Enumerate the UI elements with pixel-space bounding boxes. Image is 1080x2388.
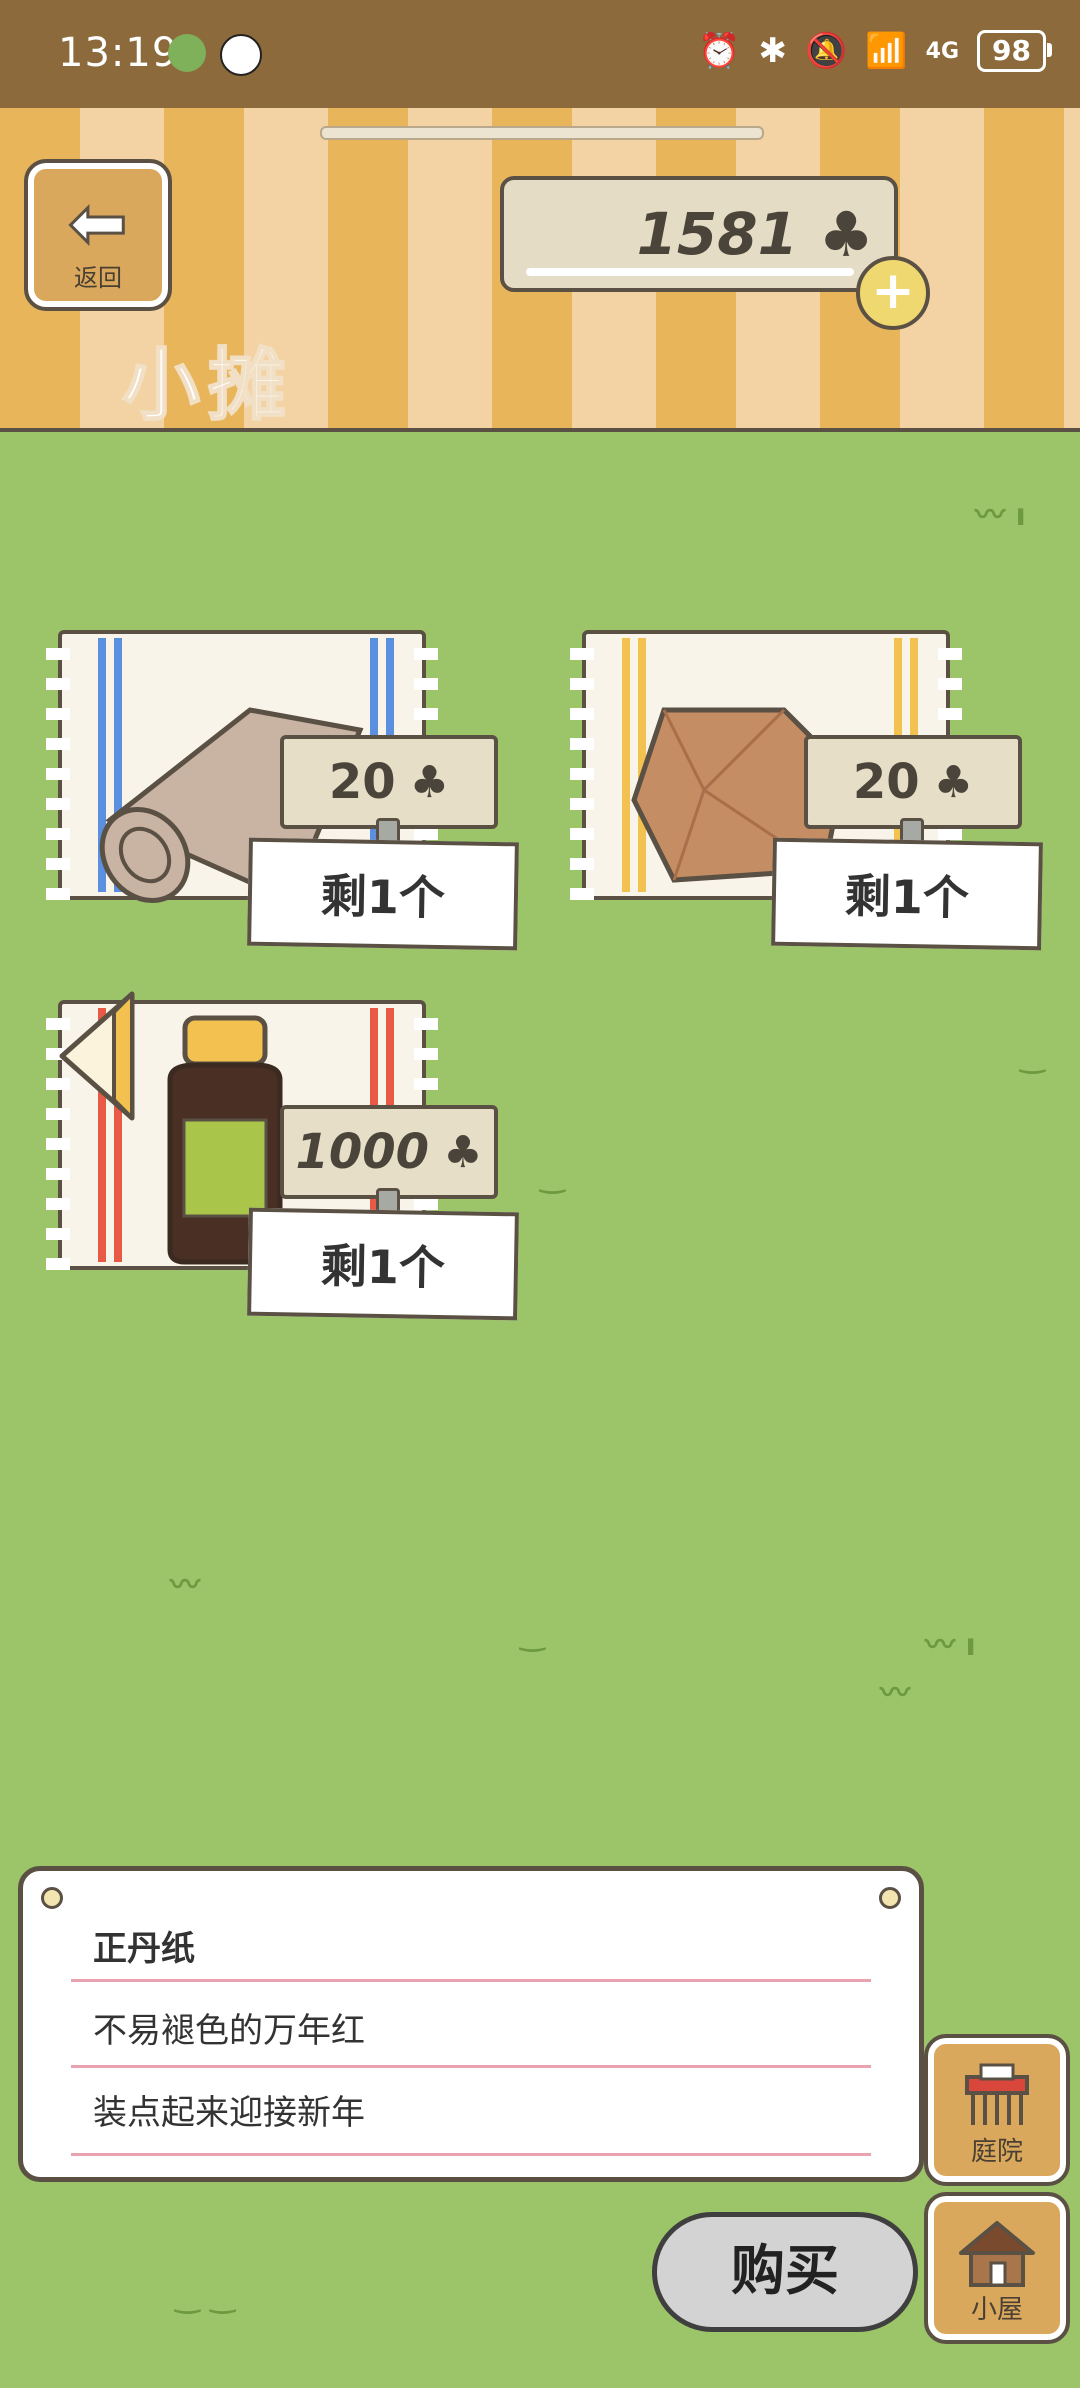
item-description-line: 不易褪色的万年红 bbox=[93, 2011, 365, 2051]
previous-page-arrow-icon[interactable] bbox=[52, 988, 142, 1124]
grass-decoration: ‿ bbox=[1020, 1040, 1045, 1075]
shop-item-paper-bag[interactable]: 20 ♣ 剩1个 bbox=[554, 630, 1043, 960]
battery-indicator: 98 bbox=[977, 30, 1052, 72]
pin-dot bbox=[41, 1887, 63, 1909]
clover-icon: ♣ bbox=[933, 756, 974, 808]
divider bbox=[71, 1979, 871, 1982]
back-arrow-icon: ⬅ bbox=[67, 182, 129, 264]
alarm-icon: ⏰ bbox=[698, 31, 741, 71]
network-type: 4G bbox=[925, 38, 960, 64]
item-description-panel: 正丹纸 不易褪色的万年红 装点起来迎接新年 bbox=[18, 1866, 924, 2182]
back-label: 返回 bbox=[74, 264, 122, 292]
shop-header: ⬅ 返回 小摊 1581 ♣ + bbox=[0, 108, 1080, 432]
house-label: 小屋 bbox=[970, 2295, 1023, 2325]
shop-item-cloth[interactable]: 20 ♣ 剩1个 bbox=[30, 630, 519, 960]
stock-tag: 剩1个 bbox=[247, 1207, 519, 1321]
grass-decoration: 〰 ı bbox=[925, 1628, 976, 1663]
stock-tag: 剩1个 bbox=[247, 837, 519, 951]
qq-penguin-icon bbox=[220, 34, 262, 76]
balance-shine bbox=[526, 268, 854, 276]
yard-label: 庭院 bbox=[970, 2137, 1023, 2167]
price-value: 1000 bbox=[295, 1124, 430, 1180]
item-description-line: 装点起来迎接新年 bbox=[93, 2093, 365, 2133]
house-icon bbox=[959, 2221, 1035, 2287]
grass-decoration: 〰 bbox=[880, 1676, 910, 1711]
clover-balance: 1581 ♣ bbox=[500, 176, 898, 292]
divider bbox=[71, 2153, 871, 2156]
price-tag: 20 ♣ bbox=[804, 735, 1022, 829]
wifi-icon: 📶 bbox=[865, 31, 908, 71]
page-title: 小摊 bbox=[121, 340, 295, 432]
grass-decoration: 〰 bbox=[170, 1568, 200, 1603]
status-bar: 13:19 ⏰ ✱ 🔕 📶 4G 98 bbox=[0, 0, 1080, 108]
yard-button[interactable]: 庭院 bbox=[924, 2034, 1070, 2186]
price-tag: 1000 ♣ bbox=[280, 1105, 498, 1199]
grass-decoration: ‿ bbox=[520, 1618, 545, 1653]
clover-count: 1581 bbox=[636, 200, 798, 268]
drag-handle[interactable] bbox=[320, 126, 764, 140]
mute-icon: 🔕 bbox=[804, 31, 848, 71]
house-button[interactable]: 小屋 bbox=[924, 2192, 1070, 2344]
stock-tag: 剩1个 bbox=[771, 837, 1043, 951]
clover-icon: ♣ bbox=[409, 756, 450, 808]
divider bbox=[71, 2065, 871, 2068]
grass-decoration: ‿ bbox=[540, 1160, 565, 1195]
buy-button[interactable]: 购买 bbox=[652, 2212, 918, 2332]
status-icons: ⏰ ✱ 🔕 📶 4G 98 bbox=[698, 30, 1052, 72]
grass-decoration: 〰 ı bbox=[975, 498, 1026, 533]
back-button[interactable]: ⬅ 返回 bbox=[24, 159, 172, 311]
yard-gate-icon bbox=[965, 2063, 1029, 2125]
bluetooth-icon: ✱ bbox=[758, 31, 787, 71]
grass-decoration: ‿ ‿ bbox=[175, 2280, 236, 2315]
frog-app-icon bbox=[168, 34, 206, 72]
price-value: 20 bbox=[852, 754, 920, 810]
pin-dot bbox=[879, 1887, 901, 1909]
clover-icon: ♣ bbox=[818, 198, 874, 271]
price-value: 20 bbox=[328, 754, 396, 810]
clock: 13:19 bbox=[58, 30, 179, 76]
price-tag: 20 ♣ bbox=[280, 735, 498, 829]
clover-icon: ♣ bbox=[443, 1126, 483, 1178]
item-name: 正丹纸 bbox=[93, 1929, 195, 1969]
add-clover-button[interactable]: + bbox=[856, 256, 930, 330]
